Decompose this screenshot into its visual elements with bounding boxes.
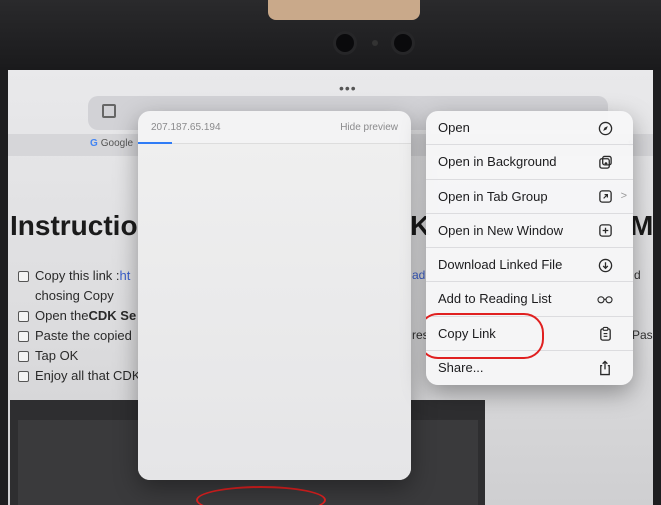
menu-item-download-linked-file[interactable]: Download Linked File [426, 248, 633, 283]
background-text-fragment: d [634, 268, 641, 282]
list-item: chosing Copy [35, 288, 114, 303]
menu-item-share[interactable]: Share... [426, 351, 633, 385]
preview-body[interactable] [138, 144, 411, 480]
list-item: Enjoy all that CDK [18, 366, 141, 386]
hide-preview-button[interactable]: Hide preview [340, 122, 398, 133]
download-icon [597, 257, 613, 273]
checkbox[interactable] [18, 350, 29, 362]
glasses-icon [597, 291, 613, 307]
preview-url: 207.187.65.194 [151, 122, 221, 133]
share-icon [597, 360, 613, 376]
reader-icon[interactable] [102, 104, 116, 118]
copy-icon [597, 326, 613, 342]
page-heading: Instructio [10, 210, 138, 241]
menu-item-open[interactable]: Open [426, 111, 633, 146]
camera-icon [336, 34, 354, 52]
instruction-link[interactable]: ht [120, 266, 131, 286]
menu-item-open-in-new-window[interactable]: Open in New Window [426, 214, 633, 248]
compass-icon [597, 120, 613, 136]
page-heading-fragment-right: M [630, 210, 653, 241]
menu-item-open-in-background[interactable]: Open in Background [426, 145, 633, 180]
list-item: Paste the copied [18, 326, 141, 346]
device-screen: ••• GGoogle s Instructio K M Copy this l… [8, 70, 653, 505]
instruction-list: Copy this link : ht chosing Copy Open th… [18, 266, 141, 386]
checkbox[interactable] [18, 330, 29, 342]
checkbox[interactable] [18, 310, 29, 322]
google-logo-icon: G [90, 138, 98, 149]
chevron-right-icon: > [620, 189, 627, 202]
background-text-fragment: Pas [632, 328, 653, 342]
checkbox[interactable] [18, 370, 29, 382]
link-preview-card[interactable]: 207.187.65.194 Hide preview [138, 111, 411, 480]
new-window-icon [597, 223, 613, 239]
list-item: Open the CDK Se [18, 306, 141, 326]
list-item: Copy this link : ht [18, 266, 141, 286]
menu-item-copy-link[interactable]: Copy Link [426, 312, 633, 359]
tab-group-icon [597, 189, 613, 205]
link-context-menu: Open Open in Background Open in Tab Grou… [426, 111, 633, 385]
menu-item-add-to-reading-list[interactable]: Add to Reading List [426, 282, 633, 317]
list-item: Tap OK [18, 346, 141, 366]
multitasking-dots-icon[interactable]: ••• [339, 80, 357, 96]
tab-google[interactable]: G Google [90, 138, 133, 149]
sensor-dot [372, 40, 378, 46]
link-preview-header: 207.187.65.194 Hide preview [138, 111, 411, 144]
checkbox[interactable] [18, 270, 29, 282]
background-link-fragment[interactable]: ad [412, 268, 425, 282]
menu-item-open-in-tab-group[interactable]: Open in Tab Group > [426, 180, 633, 214]
device-hinge [268, 0, 420, 20]
tab-google-label: Google [100, 138, 134, 149]
device-bezel [0, 0, 661, 70]
camera-icon [394, 34, 412, 52]
tabs-icon [597, 154, 613, 170]
